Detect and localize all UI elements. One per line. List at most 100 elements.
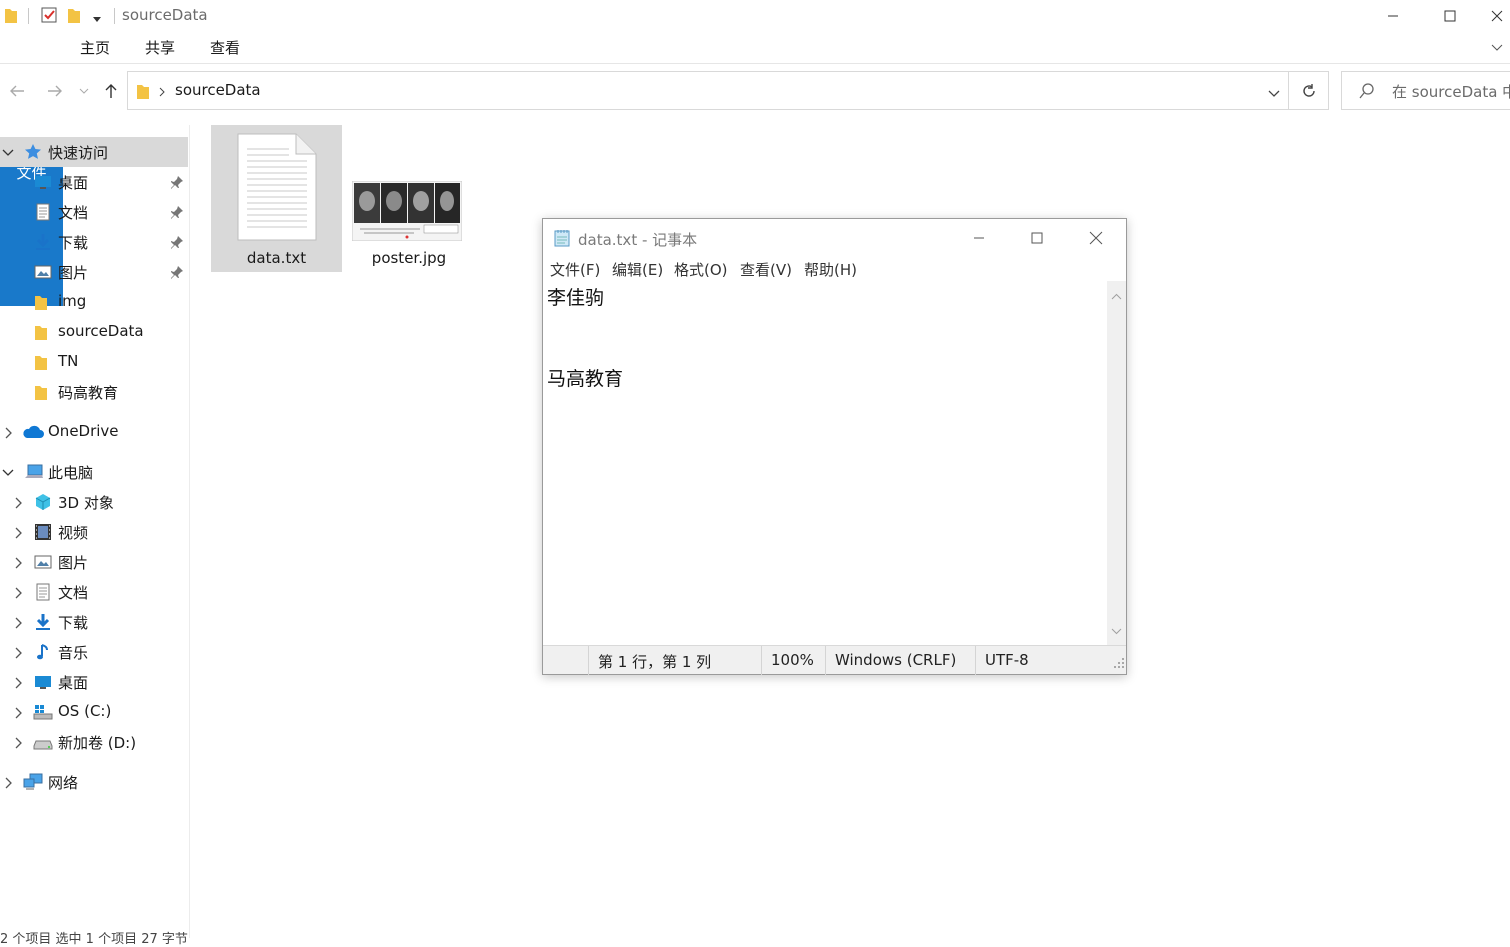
chevron-right-icon[interactable] xyxy=(12,555,24,569)
close-button[interactable] xyxy=(1484,0,1510,32)
system-drive-icon xyxy=(32,703,54,721)
chevron-right-icon[interactable] xyxy=(2,775,14,789)
forward-button[interactable] xyxy=(44,80,66,102)
nav-quick-access[interactable]: 快速访问 xyxy=(0,137,188,167)
notepad-titlebar[interactable]: data.txt - 记事本 xyxy=(543,219,1126,257)
nav-label: sourceData xyxy=(58,322,144,340)
nav-item-downloads[interactable]: 下载 xyxy=(0,227,188,257)
nav-item-pictures[interactable]: 图片 xyxy=(0,547,188,577)
chevron-down-icon[interactable] xyxy=(1268,84,1280,102)
minimize-button[interactable] xyxy=(1370,0,1416,32)
nav-item-downloads[interactable]: 下载 xyxy=(0,607,188,637)
pin-icon[interactable] xyxy=(170,205,184,219)
scroll-down-icon[interactable] xyxy=(1111,621,1122,639)
text-line: 马高教育 xyxy=(547,368,624,390)
nav-item-documents[interactable]: 文档 xyxy=(0,577,188,607)
nav-item-3d-objects[interactable]: 3D 对象 xyxy=(0,487,188,517)
maximize-button[interactable] xyxy=(1008,219,1066,257)
minimize-button[interactable] xyxy=(950,219,1008,257)
nav-label: 视频 xyxy=(58,524,89,542)
nav-label: 网络 xyxy=(48,774,79,792)
pictures-icon xyxy=(34,553,52,571)
nav-label: 下载 xyxy=(58,234,89,252)
notepad-text-area[interactable]: 李佳驹 马高教育 xyxy=(543,281,1107,645)
nav-item-folder[interactable]: 码高教育 xyxy=(0,377,188,407)
recent-locations-icon[interactable] xyxy=(76,80,92,102)
nav-label: 桌面 xyxy=(58,174,89,192)
cloud-icon xyxy=(22,423,44,441)
nav-item-desktop[interactable]: 桌面 xyxy=(0,167,188,197)
pin-icon[interactable] xyxy=(170,175,184,189)
resize-grip-icon[interactable] xyxy=(1114,654,1124,672)
nav-label: 下载 xyxy=(58,614,89,632)
chevron-right-icon[interactable] xyxy=(12,585,24,599)
chevron-right-icon[interactable] xyxy=(12,645,24,659)
chevron-right-icon[interactable] xyxy=(12,675,24,689)
maximize-button[interactable] xyxy=(1427,0,1473,32)
chevron-right-icon[interactable] xyxy=(158,84,166,102)
cube-icon xyxy=(34,493,52,511)
nav-item-drive-d[interactable]: 新加卷 (D:) xyxy=(0,727,188,757)
nav-label: 桌面 xyxy=(58,674,89,692)
chevron-right-icon[interactable] xyxy=(12,525,24,539)
expand-ribbon-icon[interactable] xyxy=(1490,40,1506,56)
chevron-right-icon[interactable] xyxy=(12,615,24,629)
up-button[interactable] xyxy=(100,80,122,102)
chevron-down-icon[interactable] xyxy=(2,145,14,157)
back-button[interactable] xyxy=(6,80,28,102)
nav-item-music[interactable]: 音乐 xyxy=(0,637,188,667)
nav-item-desktop[interactable]: 桌面 xyxy=(0,667,188,697)
nav-network[interactable]: 网络 xyxy=(0,767,188,797)
nav-item-folder[interactable]: img xyxy=(0,287,188,317)
star-icon xyxy=(24,143,42,161)
file-item-poster-jpg[interactable]: poster.jpg xyxy=(348,125,470,272)
menu-file[interactable]: 文件(F) xyxy=(550,259,600,280)
pin-icon[interactable] xyxy=(170,265,184,279)
customize-toolbar-icon[interactable] xyxy=(92,10,102,30)
nav-item-documents[interactable]: 文档 xyxy=(0,197,188,227)
refresh-button[interactable] xyxy=(1289,71,1329,110)
address-path[interactable]: sourceData xyxy=(175,81,261,99)
nav-item-folder[interactable]: sourceData xyxy=(0,317,188,347)
chevron-right-icon[interactable] xyxy=(12,495,24,509)
nav-label: OneDrive xyxy=(48,422,119,440)
nav-item-videos[interactable]: 视频 xyxy=(0,517,188,547)
search-input[interactable]: 在 sourceData 中搜索 xyxy=(1392,81,1510,102)
tab-view[interactable]: 查看 xyxy=(210,34,240,62)
menu-edit[interactable]: 编辑(E) xyxy=(612,259,663,280)
folder-icon xyxy=(34,293,52,311)
chevron-right-icon[interactable] xyxy=(2,425,14,439)
nav-label: 新加卷 (D:) xyxy=(58,734,137,752)
nav-onedrive[interactable]: OneDrive xyxy=(0,417,188,447)
nav-label: 文档 xyxy=(58,584,89,602)
menu-help[interactable]: 帮助(H) xyxy=(804,259,857,280)
status-text: Windows (CRLF) xyxy=(835,651,957,669)
menu-format[interactable]: 格式(O) xyxy=(674,259,728,280)
address-bar[interactable]: sourceData xyxy=(127,71,1289,110)
navigation-pane: 快速访问 桌面 文档 下载 图片 img sourceData TN 码高教育 … xyxy=(0,125,190,938)
file-name: poster.jpg xyxy=(371,249,447,267)
divider xyxy=(28,8,29,24)
menu-view[interactable]: 查看(V) xyxy=(740,259,792,280)
tab-home[interactable]: 主页 xyxy=(80,34,110,62)
chevron-right-icon[interactable] xyxy=(12,705,24,719)
nav-label: TN xyxy=(58,352,79,370)
desktop-icon xyxy=(34,173,52,191)
tab-share[interactable]: 共享 xyxy=(145,34,175,62)
nav-item-pictures[interactable]: 图片 xyxy=(0,257,188,287)
vertical-scrollbar[interactable] xyxy=(1107,281,1126,645)
scroll-up-icon[interactable] xyxy=(1111,287,1122,305)
new-folder-icon[interactable] xyxy=(66,6,82,26)
nav-item-folder[interactable]: TN xyxy=(0,347,188,377)
search-box[interactable]: 在 sourceData 中搜索 xyxy=(1341,71,1510,110)
status-text: 100% xyxy=(771,651,814,669)
close-button[interactable] xyxy=(1067,219,1125,257)
chevron-down-icon[interactable] xyxy=(2,465,14,477)
nav-this-pc[interactable]: 此电脑 xyxy=(0,457,188,487)
file-item-data-txt[interactable]: data.txt xyxy=(211,125,342,272)
nav-label: 文档 xyxy=(58,204,89,222)
chevron-right-icon[interactable] xyxy=(12,735,24,749)
nav-item-drive-c[interactable]: OS (C:) xyxy=(0,697,188,727)
pin-icon[interactable] xyxy=(170,235,184,249)
properties-icon[interactable] xyxy=(40,6,58,26)
